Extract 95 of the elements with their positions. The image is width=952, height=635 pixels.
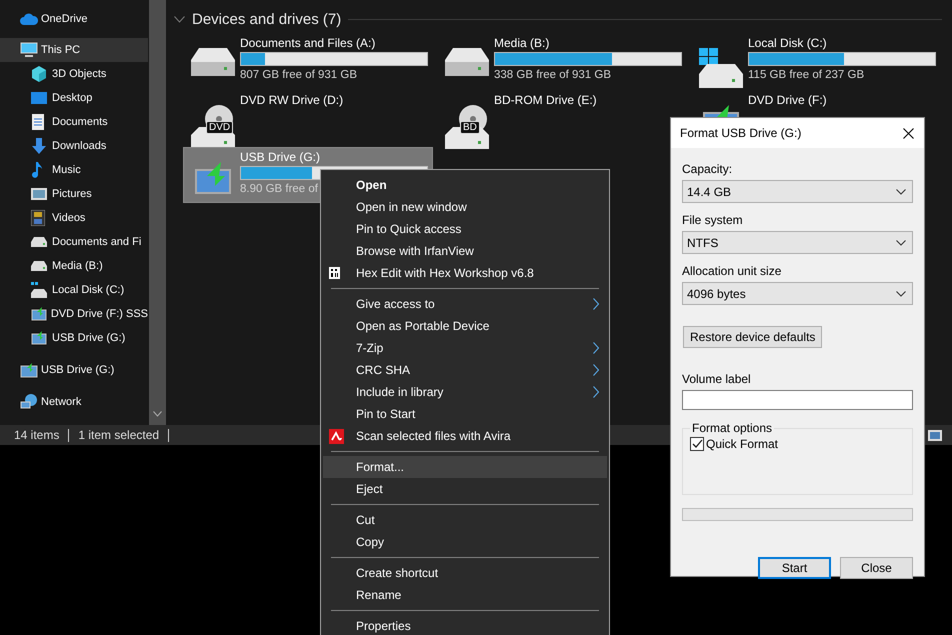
drive-name: Local Disk (C:) <box>748 36 828 51</box>
nav-item[interactable]: OneDrive <box>0 7 148 31</box>
drive-tile[interactable]: BD BD-ROM Drive (E:) <box>438 91 605 145</box>
hex-grid-icon <box>329 267 340 279</box>
nav-item[interactable]: Downloads <box>0 134 148 158</box>
field-label: File system <box>682 213 744 228</box>
nav-item[interactable]: DVD Drive (F:) SSS <box>0 302 148 326</box>
nav-item[interactable]: This PC <box>0 38 148 62</box>
nav-item[interactable]: Network <box>0 390 148 414</box>
network-icon <box>20 393 38 411</box>
picture-icon <box>31 188 47 200</box>
section-title: Devices and drives (7) <box>192 10 342 28</box>
drive-name: BD-ROM Drive (E:) <box>494 93 597 108</box>
restore-defaults-button[interactable]: Restore device defaults <box>683 326 822 348</box>
dropdown[interactable]: 4096 bytes <box>682 282 913 305</box>
field-label: Capacity: <box>682 162 734 177</box>
menu-item[interactable]: Create shortcut <box>323 562 607 584</box>
dropdown[interactable]: 14.4 GB <box>682 180 913 203</box>
nav-item[interactable]: Pictures <box>0 182 148 206</box>
nav-item[interactable]: Documents and Fi <box>0 230 148 254</box>
close-icon[interactable] <box>903 128 914 138</box>
status-text: 14 items <box>14 428 70 442</box>
menu-item[interactable]: Give access to <box>323 293 607 315</box>
menu-item[interactable]: 7-Zip <box>323 337 607 359</box>
drive-name: Media (B:) <box>494 36 550 51</box>
field-label: Allocation unit size <box>682 264 782 279</box>
free-space-text: 115 GB free of 237 GB <box>748 68 864 83</box>
system-drive-icon <box>696 48 746 88</box>
menu-item[interactable]: Eject <box>323 478 607 500</box>
menu-item[interactable]: CRC SHA <box>323 359 607 381</box>
menu-item[interactable]: Open as Portable Device <box>323 315 607 337</box>
chevron-icon[interactable] <box>896 188 906 194</box>
free-space-text: 338 GB free of 931 GB <box>494 68 611 83</box>
menu-item[interactable]: Hex Edit with Hex Workshop v6.8 <box>323 262 607 284</box>
menu-item[interactable]: Browse with IrfanView <box>323 240 607 262</box>
disc-label: DVD <box>206 121 234 134</box>
nav-item[interactable]: Videos <box>0 206 148 230</box>
close-button[interactable]: Close <box>840 557 913 579</box>
computer-icon <box>20 42 38 58</box>
drive-icon <box>188 48 238 76</box>
music-note-icon <box>31 162 43 178</box>
document-icon <box>31 114 45 130</box>
drive-tile[interactable]: Local Disk (C:) 115 GB free of 237 GB <box>692 34 940 88</box>
drive-icon <box>442 48 492 76</box>
large-icons-view-icon[interactable] <box>928 430 942 441</box>
menu-item[interactable]: Scan selected files with Avira <box>323 425 607 447</box>
field-label: Volume label <box>682 372 752 387</box>
nav-item[interactable]: Desktop <box>0 86 148 110</box>
drive-tile[interactable]: Media (B:) 338 GB free of 931 GB <box>438 34 686 88</box>
checkbox[interactable] <box>690 437 704 451</box>
umbrella-logo-icon <box>329 428 344 444</box>
scrollbar[interactable] <box>148 0 166 425</box>
drive-name: Documents and Files (A:) <box>240 36 376 51</box>
nav-item[interactable]: 3D Objects <box>0 62 148 86</box>
nav-item[interactable]: Local Disk (C:) <box>0 278 148 302</box>
chevron-icon[interactable] <box>896 290 906 296</box>
menu-item[interactable]: Pin to Quick access <box>323 218 607 240</box>
checkbox-label[interactable]: Quick Format <box>706 437 778 451</box>
drive-icon <box>31 261 47 271</box>
cloud-icon <box>20 13 38 25</box>
drive-name: USB Drive (G:) <box>240 150 322 165</box>
chevron-icon[interactable] <box>896 240 906 246</box>
start-button[interactable]: Start <box>758 557 831 579</box>
dropdown[interactable]: NTFS <box>682 231 913 254</box>
menu-item[interactable]: Copy <box>323 531 607 553</box>
drive-arrow-icon <box>20 362 38 378</box>
menu-item[interactable]: Format... <box>323 456 607 478</box>
menu-item[interactable]: Include in library <box>323 381 607 403</box>
status-text: 1 item selected <box>78 428 170 442</box>
drive-name: DVD Drive (F:) <box>748 93 827 108</box>
disc-label: BD <box>460 121 480 134</box>
nav-item[interactable]: USB Drive (G:) <box>0 358 148 382</box>
free-space-text: 807 GB free of 931 GB <box>240 68 357 83</box>
system-drive-icon <box>31 282 47 298</box>
free-space-text: 8.90 GB free of <box>240 182 318 197</box>
nav-item[interactable]: Documents <box>0 110 148 134</box>
menu-item[interactable]: Cut <box>323 509 607 531</box>
nav-item[interactable]: Media (B:) <box>0 254 148 278</box>
dialog-title: Format USB Drive (G:) <box>680 126 802 140</box>
menu-item[interactable]: Properties <box>323 615 607 635</box>
drive-icon <box>31 237 47 247</box>
nav-item[interactable]: USB Drive (G:) <box>0 326 148 350</box>
volume-label-field[interactable] <box>682 390 913 410</box>
nav-item[interactable]: Music <box>0 158 148 182</box>
scroll-down-icon[interactable] <box>153 411 162 417</box>
menu-item[interactable]: Rename <box>323 584 607 606</box>
menu-item[interactable]: Pin to Start <box>323 403 607 425</box>
drive-tile[interactable]: DVD DVD RW Drive (D:) <box>184 91 352 145</box>
drive-name: DVD RW Drive (D:) <box>240 93 344 108</box>
download-arrow-icon <box>31 138 47 154</box>
drive-tile[interactable]: Documents and Files (A:) 807 GB free of 931 GB <box>184 34 432 88</box>
cube-icon <box>31 66 47 82</box>
film-icon <box>31 210 45 226</box>
group-title: Format options <box>691 421 774 435</box>
desktop-icon <box>31 91 47 105</box>
